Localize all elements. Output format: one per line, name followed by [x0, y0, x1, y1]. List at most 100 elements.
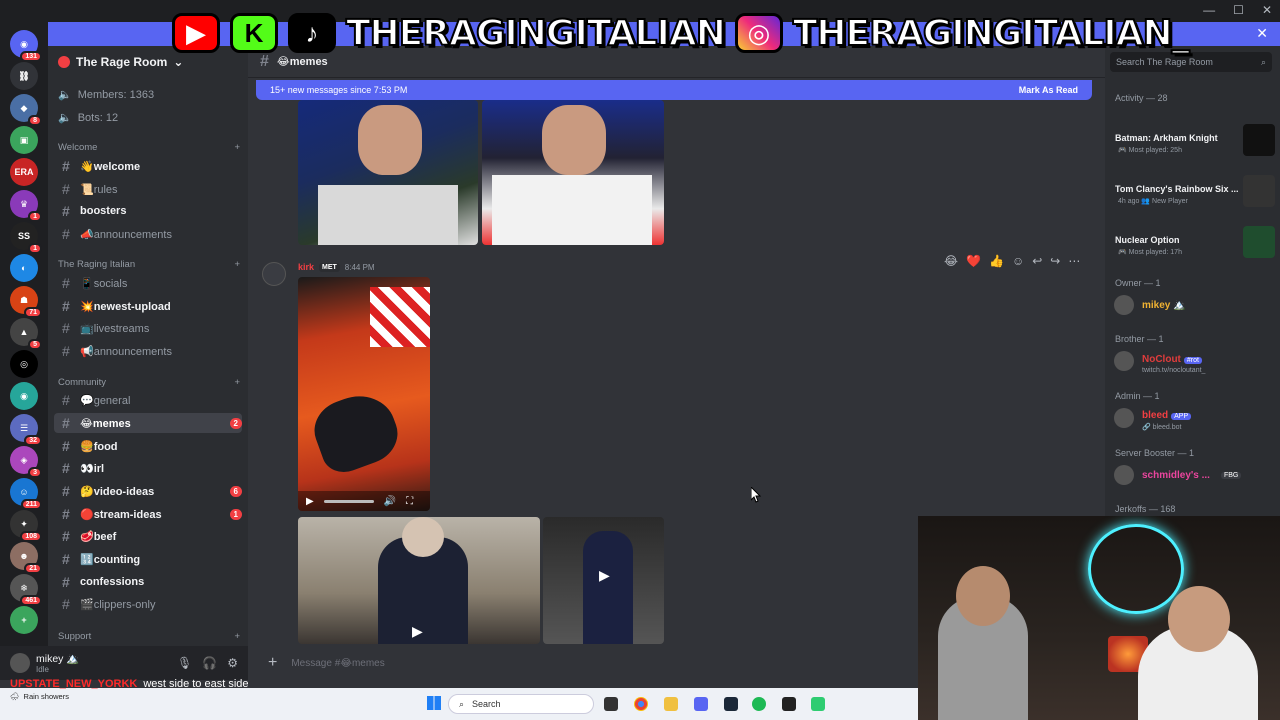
- message-author[interactable]: kirk: [298, 262, 314, 272]
- member-item[interactable]: mikey 🏔️: [1114, 292, 1274, 318]
- laugh-emoji-icon[interactable]: 😂: [944, 254, 958, 268]
- channel-item[interactable]: # 💬general: [54, 390, 242, 410]
- channel-item[interactable]: # confessions: [54, 572, 242, 592]
- server-icon[interactable]: ✦ 108: [10, 510, 42, 542]
- steam-icon[interactable]: [724, 697, 738, 711]
- play-icon[interactable]: ▶: [306, 496, 314, 507]
- server-icon[interactable]: ◎: [10, 350, 38, 378]
- heart-emoji-icon[interactable]: ❤️: [966, 254, 981, 268]
- fullscreen-icon[interactable]: ⛶: [406, 496, 413, 507]
- server-icon[interactable]: ◐: [10, 254, 38, 282]
- server-icon[interactable]: ▲ 5: [10, 318, 42, 350]
- server-icon[interactable]: ⛓: [10, 62, 38, 90]
- channel-item[interactable]: # 🔴stream-ideas 1: [54, 504, 242, 524]
- gear-icon[interactable]: ⚙: [227, 656, 238, 670]
- server-icon[interactable]: ☻ 21: [10, 542, 42, 574]
- forward-icon[interactable]: ↪: [1050, 254, 1060, 268]
- discord-icon[interactable]: [694, 697, 708, 711]
- channel-item[interactable]: # 💥newest-upload: [54, 296, 242, 316]
- channel-item[interactable]: # 📢announcements: [54, 341, 242, 361]
- avatar[interactable]: [262, 262, 286, 286]
- channel-item[interactable]: # 🤔video-ideas 6: [54, 481, 242, 501]
- chrome-icon[interactable]: [634, 697, 648, 711]
- thumbs-up-emoji-icon[interactable]: 👍: [989, 254, 1004, 268]
- channel-item[interactable]: # 🥩beef: [54, 526, 242, 546]
- category-community[interactable]: Community +: [58, 377, 240, 388]
- channel-item[interactable]: # 🍔food: [54, 436, 242, 456]
- server-icon[interactable]: ❄ 461: [10, 574, 42, 606]
- taskbar-search[interactable]: ⌕ Search: [448, 694, 594, 714]
- game-art: [1243, 175, 1275, 207]
- category-welcome[interactable]: Welcome +: [58, 142, 240, 153]
- volume-icon[interactable]: 🔊: [384, 496, 396, 507]
- minimize-icon[interactable]: —: [1203, 3, 1215, 17]
- progress-bar[interactable]: [323, 499, 374, 503]
- server-icon[interactable]: ♛ 1: [10, 190, 42, 222]
- instagram-icon: ◎: [734, 13, 783, 53]
- category-support[interactable]: Support +: [58, 631, 240, 642]
- reply-icon[interactable]: ↩: [1032, 254, 1042, 268]
- server-icon[interactable]: ☰ 32: [10, 414, 42, 446]
- more-icon[interactable]: ⋯: [1068, 254, 1080, 268]
- add-server-icon[interactable]: +: [10, 606, 38, 634]
- category-raging-italian[interactable]: The Raging Italian +: [58, 259, 240, 270]
- maximize-icon[interactable]: ☐: [1233, 3, 1244, 17]
- member-item[interactable]: schmidley's ... FBG: [1114, 462, 1274, 488]
- channel-item-active[interactable]: # 😂memes 2: [54, 413, 242, 433]
- channel-item[interactable]: # 👋welcome: [54, 156, 242, 176]
- file-explorer-icon[interactable]: [664, 697, 678, 711]
- server-icon[interactable]: ERA: [10, 158, 38, 186]
- add-channel-icon[interactable]: +: [234, 377, 240, 388]
- activity-card[interactable]: Nuclear Option 🎮 Most played: 17h: [1110, 222, 1275, 266]
- channel-item[interactable]: # 🎬clippers-only: [54, 594, 242, 614]
- message-input[interactable]: Message #😂memes: [291, 658, 384, 669]
- server-icon[interactable]: ◉: [10, 382, 38, 410]
- new-messages-bar[interactable]: 15+ new messages since 7:53 PM Mark As R…: [256, 80, 1092, 100]
- mark-as-read-button[interactable]: Mark As Read: [1019, 85, 1078, 95]
- add-channel-icon[interactable]: +: [234, 142, 240, 153]
- epic-games-icon[interactable]: [782, 697, 796, 711]
- headphones-icon[interactable]: 🎧: [202, 656, 217, 670]
- activity-card[interactable]: Tom Clancy's Rainbow Six ... 4h ago 👥 Ne…: [1110, 171, 1275, 215]
- channel-item[interactable]: # 📜rules: [54, 179, 242, 199]
- channel-item[interactable]: # 📣announcements: [54, 224, 242, 244]
- channel-item[interactable]: # 👀irl: [54, 458, 242, 478]
- video-attachment[interactable]: ▶ 🔊 ⛶: [298, 277, 430, 511]
- microphone-icon[interactable]: 🎙: [177, 656, 192, 670]
- server-icon[interactable]: ▣: [10, 126, 38, 154]
- members-stat: 🔈 Members: 1363: [58, 88, 155, 102]
- add-channel-icon[interactable]: +: [234, 631, 240, 642]
- activity-card[interactable]: Batman: Arkham Knight 🎮 Most played: 25h: [1110, 120, 1275, 164]
- add-reaction-icon[interactable]: ☺: [1012, 254, 1024, 268]
- meme-image[interactable]: [298, 100, 478, 245]
- server-icon[interactable]: ◈ 3: [10, 446, 42, 478]
- close-icon[interactable]: ✕: [1262, 3, 1272, 17]
- play-icon[interactable]: ▶: [599, 567, 610, 584]
- play-icon[interactable]: ▶: [412, 623, 423, 640]
- close-notice-icon[interactable]: ✕: [1256, 25, 1268, 42]
- add-attachment-icon[interactable]: +: [268, 654, 277, 672]
- add-channel-icon[interactable]: +: [234, 259, 240, 270]
- weather-widget[interactable]: 🌧 Rain showers: [10, 692, 69, 701]
- server-icon[interactable]: ☗ 71: [10, 286, 42, 318]
- member-item[interactable]: NoClout #rot twitch.tv/nocloutant_: [1114, 348, 1274, 374]
- server-icon[interactable]: ◆ 8: [10, 94, 42, 126]
- message-avatar[interactable]: [262, 262, 286, 286]
- channel-item[interactable]: # 📺livestreams: [54, 318, 242, 338]
- direct-messages-icon[interactable]: ◉ 131: [10, 30, 42, 62]
- server-icon[interactable]: SS 1: [10, 222, 42, 254]
- app-icon[interactable]: [811, 697, 825, 711]
- meme-image[interactable]: [482, 100, 664, 245]
- channel-item[interactable]: # boosters: [54, 201, 242, 221]
- windows-start-icon[interactable]: [427, 696, 441, 710]
- channel-item[interactable]: # 🔢counting: [54, 549, 242, 569]
- spotify-icon[interactable]: [752, 697, 766, 711]
- avatar[interactable]: [10, 653, 30, 673]
- channel-item[interactable]: # 📱socials: [54, 273, 242, 293]
- member-item[interactable]: bleed APP 🔗 bleed.bot: [1114, 405, 1274, 431]
- server-icon[interactable]: ☺ 211: [10, 478, 42, 510]
- social-handle: THERAGINGITALIAN_: [792, 12, 1191, 55]
- video-attachment[interactable]: ▶: [298, 517, 540, 644]
- video-attachment[interactable]: ▶: [543, 517, 664, 644]
- task-view-icon[interactable]: [604, 697, 618, 711]
